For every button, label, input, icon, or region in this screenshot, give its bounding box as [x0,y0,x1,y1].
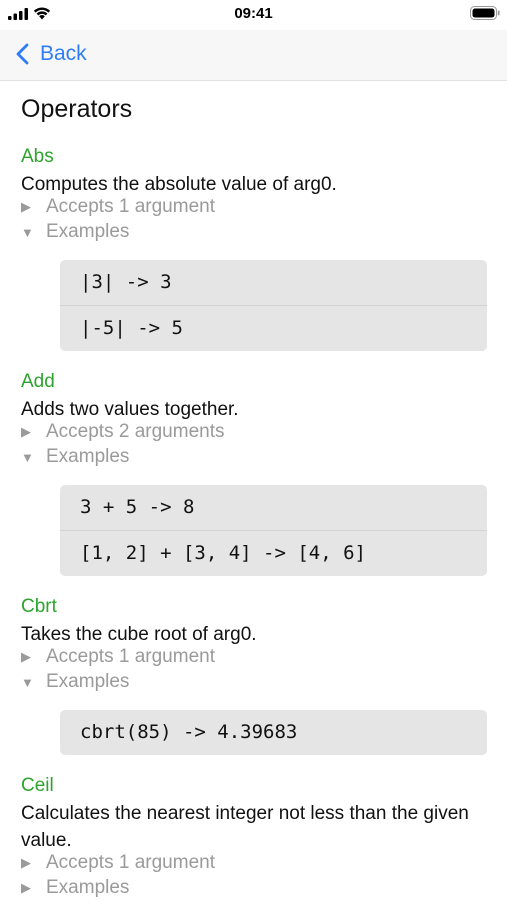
accepts-disclosure[interactable]: ▶ Accepts 2 arguments [21,421,224,443]
example-row: cbrt(85) -> 4.39683 [80,721,298,743]
navigation-bar: Back [0,30,507,81]
page-title: Operators [21,95,133,123]
triangle-right-icon: ▶ [21,649,31,664]
accepts-disclosure[interactable]: ▶ Accepts 1 argument [21,646,215,668]
accepts-disclosure[interactable]: ▶ Accepts 1 argument [21,852,215,874]
examples-label: Examples [46,446,130,467]
operator-name: Ceil [21,775,54,796]
triangle-down-icon: ▼ [21,449,34,465]
examples-box: 3 + 5 -> 8 [1, 2] + [3, 4] -> [4, 6] [60,485,487,576]
accepts-label: Accepts 2 arguments [46,421,225,442]
examples-label: Examples [46,221,130,242]
status-time: 09:41 [234,5,273,22]
operator-description: Computes the absolute value of arg0. [21,174,337,195]
chevron-left-icon [16,43,29,65]
accepts-disclosure[interactable]: ▶ Accepts 1 argument [21,196,215,218]
examples-disclosure[interactable]: ▼ Examples [21,221,129,243]
accepts-label: Accepts 1 argument [46,646,215,667]
operator-name: Abs [21,146,54,167]
operator-description: Calculates the nearest integer not less … [21,803,469,851]
back-label: Back [40,42,87,65]
examples-box: cbrt(85) -> 4.39683 [60,710,487,755]
triangle-right-icon: ▶ [21,855,31,870]
examples-label: Examples [46,671,130,692]
triangle-down-icon: ▼ [21,224,34,240]
operators-list[interactable]: Operators Abs Computes the absolute valu… [0,81,507,900]
battery-icon [470,6,500,20]
triangle-right-icon: ▶ [21,199,31,214]
status-bar: 09:41 [0,0,507,30]
examples-label: Examples [46,877,130,898]
operator-description: Takes the cube root of arg0. [21,624,257,645]
examples-disclosure[interactable]: ▼ Examples [21,671,129,693]
triangle-right-icon: ▶ [21,424,31,439]
example-row: |3| -> 3 [80,271,172,293]
operator-description: Adds two values together. [21,399,239,420]
examples-disclosure[interactable]: ▼ Examples [21,446,129,468]
examples-box: |3| -> 3 |-5| -> 5 [60,260,487,351]
operator-name: Cbrt [21,596,57,617]
accepts-label: Accepts 1 argument [46,196,215,217]
example-row: |-5| -> 5 [60,305,487,351]
examples-disclosure[interactable]: ▶ Examples [21,877,129,899]
triangle-right-icon: ▶ [21,880,31,895]
triangle-down-icon: ▼ [21,674,34,690]
operator-name: Add [21,371,55,392]
back-button[interactable]: Back [14,39,87,69]
accepts-label: Accepts 1 argument [46,852,215,873]
example-row: [1, 2] + [3, 4] -> [4, 6] [60,530,487,576]
example-row: 3 + 5 -> 8 [80,496,195,518]
